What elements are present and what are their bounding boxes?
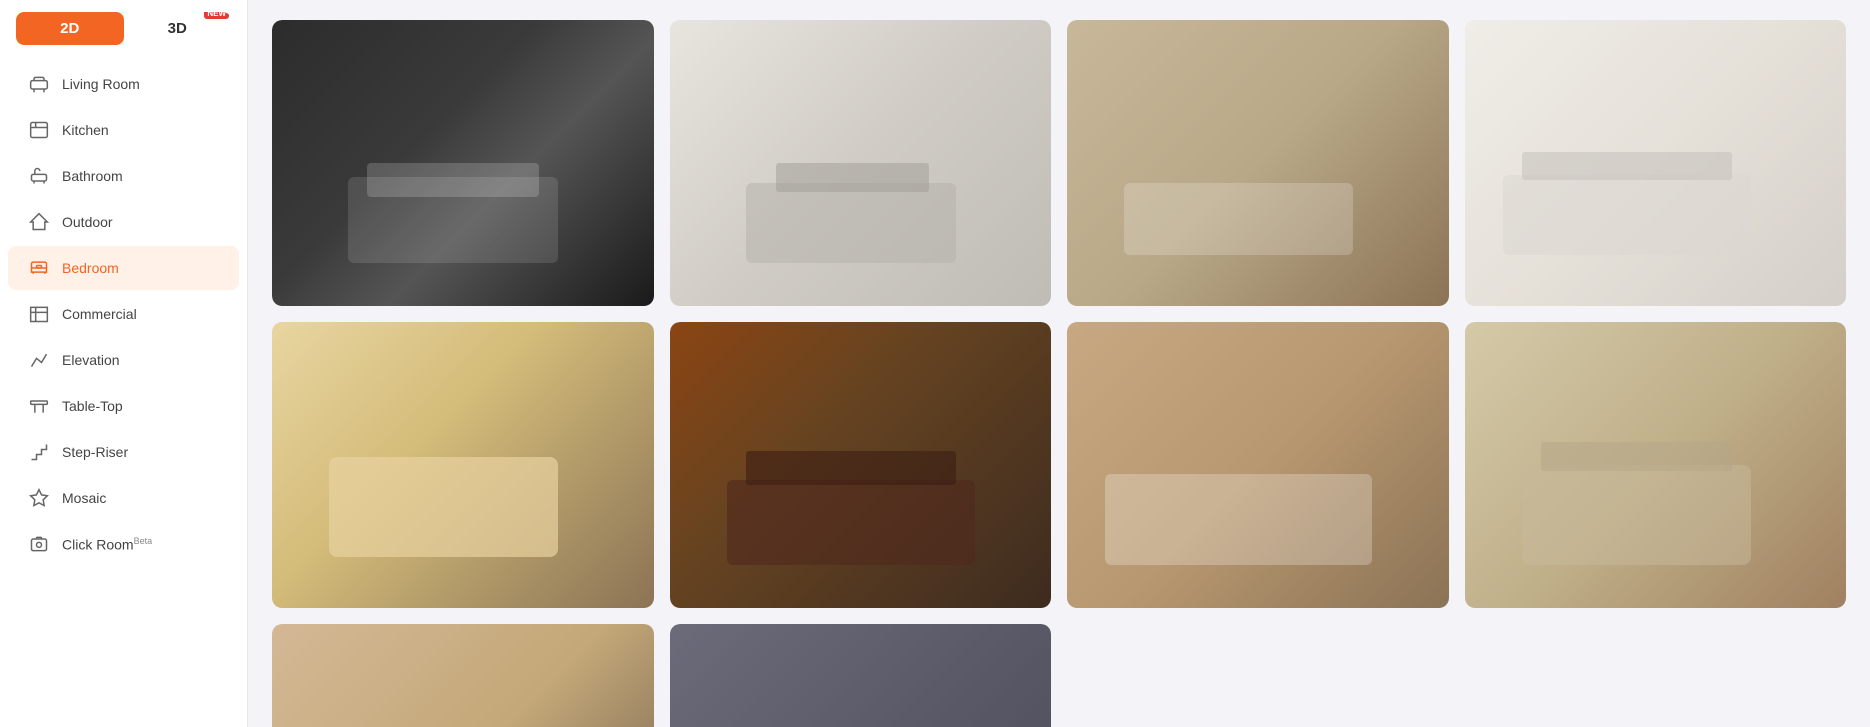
view-toggle: 2D 3D new (16, 12, 231, 45)
2d-toggle-button[interactable]: 2D (16, 12, 124, 45)
sidebar-label-step-riser: Step-Riser (62, 444, 128, 460)
sidebar: 2D 3D new Living Room Kitchen Bathroom O… (0, 0, 248, 727)
sidebar-label-mosaic: Mosaic (62, 490, 106, 506)
commercial-icon (28, 303, 50, 325)
sidebar-label-bedroom: Bedroom (62, 260, 119, 276)
sidebar-item-bedroom[interactable]: Bedroom (8, 246, 239, 290)
bedroom-icon (28, 257, 50, 279)
sidebar-item-click-room[interactable]: Click RoomBeta (8, 522, 239, 566)
main-content (248, 0, 1870, 727)
sidebar-item-commercial[interactable]: Commercial (8, 292, 239, 336)
room-card-6[interactable] (670, 322, 1052, 608)
mosaic-icon (28, 487, 50, 509)
sidebar-label-living-room: Living Room (62, 76, 140, 92)
sidebar-item-kitchen[interactable]: Kitchen (8, 108, 239, 152)
sidebar-item-outdoor[interactable]: Outdoor (8, 200, 239, 244)
sidebar-label-bathroom: Bathroom (62, 168, 123, 184)
sidebar-item-mosaic[interactable]: Mosaic (8, 476, 239, 520)
room-image-grid (272, 20, 1846, 727)
room-card-1[interactable] (272, 20, 654, 306)
room-card-2[interactable] (670, 20, 1052, 306)
sidebar-label-click-room: Click RoomBeta (62, 536, 152, 553)
3d-toggle-button[interactable]: 3D new (124, 12, 232, 45)
elevation-icon (28, 349, 50, 371)
sidebar-item-table-top[interactable]: Table-Top (8, 384, 239, 428)
click-room-icon (28, 533, 50, 555)
sidebar-label-kitchen: Kitchen (62, 122, 109, 138)
new-badge: new (204, 12, 229, 19)
sidebar-item-bathroom[interactable]: Bathroom (8, 154, 239, 198)
sidebar-item-step-riser[interactable]: Step-Riser (8, 430, 239, 474)
sidebar-label-table-top: Table-Top (62, 398, 123, 414)
kitchen-icon (28, 119, 50, 141)
room-card-3[interactable] (1067, 20, 1449, 306)
sidebar-label-commercial: Commercial (62, 306, 137, 322)
outdoor-icon (28, 211, 50, 233)
room-card-9[interactable] (272, 624, 654, 727)
living-room-icon (28, 73, 50, 95)
room-card-5[interactable] (272, 322, 654, 608)
room-card-7[interactable] (1067, 322, 1449, 608)
room-card-10[interactable] (670, 624, 1052, 727)
bathroom-icon (28, 165, 50, 187)
sidebar-item-elevation[interactable]: Elevation (8, 338, 239, 382)
room-card-8[interactable] (1465, 322, 1847, 608)
sidebar-item-living-room[interactable]: Living Room (8, 62, 239, 106)
step-riser-icon (28, 441, 50, 463)
room-card-4[interactable] (1465, 20, 1847, 306)
sidebar-label-outdoor: Outdoor (62, 214, 113, 230)
sidebar-label-elevation: Elevation (62, 352, 120, 368)
table-top-icon (28, 395, 50, 417)
